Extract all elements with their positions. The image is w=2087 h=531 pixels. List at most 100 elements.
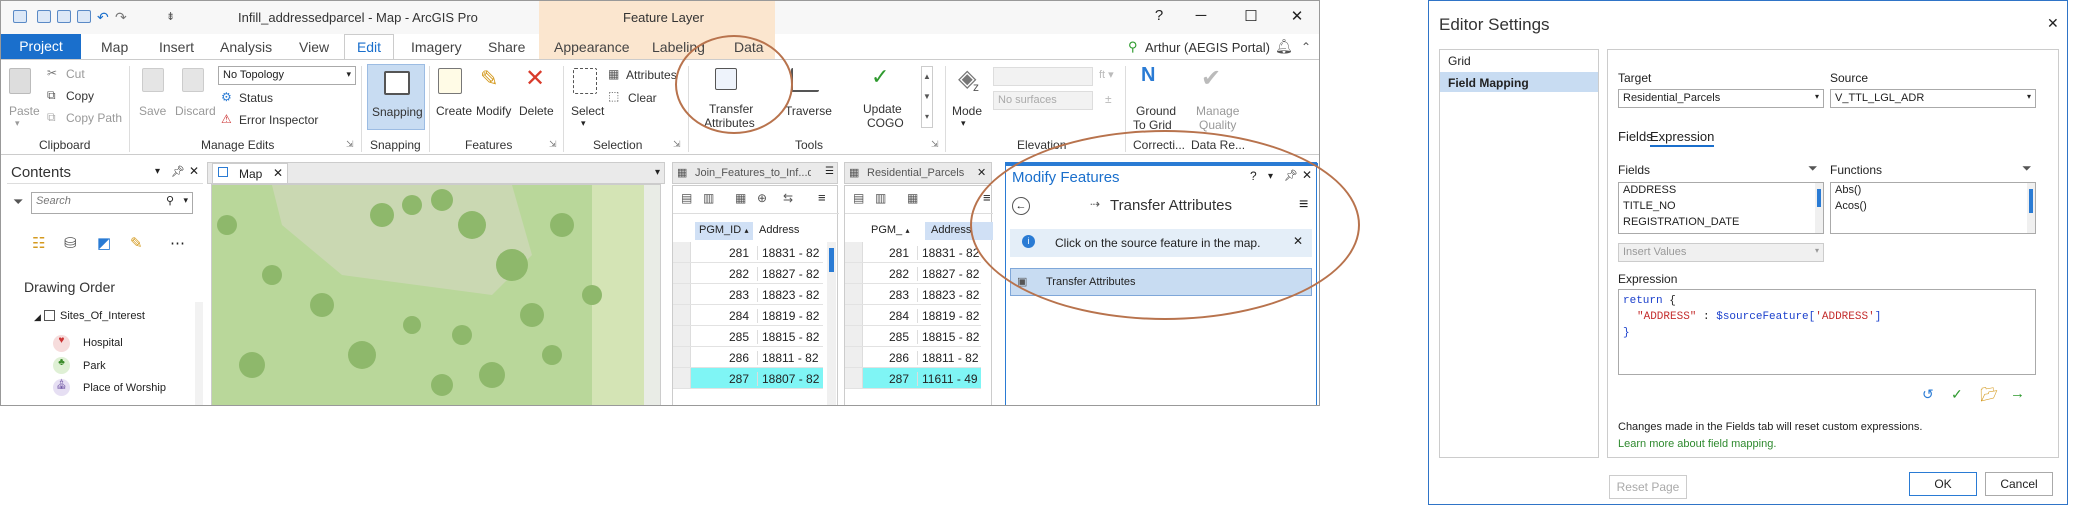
tab-share[interactable]: Share (488, 39, 525, 55)
table-row[interactable]: 281 18831 - 82 (845, 242, 981, 263)
row-header[interactable] (845, 263, 863, 283)
table2-col-pgm[interactable]: PGM_ ▴ (867, 222, 913, 240)
filter-fields-icon[interactable]: ⏷ (1808, 161, 1818, 176)
row-header[interactable] (845, 305, 863, 325)
table1-tab-label[interactable]: Join_Features_to_Inf...dr (695, 167, 811, 179)
table-row[interactable]: 287 11611 - 49 (845, 368, 981, 389)
pin-icon[interactable]: 📌︎ (171, 165, 185, 178)
field-list-item[interactable]: TITLE_NO (1619, 199, 1823, 215)
layer-group-label[interactable]: Sites_Of_Interest (60, 310, 145, 322)
manage-quality-label-2[interactable]: Quality (1199, 118, 1236, 132)
select-dropdown-icon[interactable]: ▾ (581, 118, 586, 129)
map-view[interactable] (211, 184, 661, 405)
row-header[interactable] (673, 263, 691, 283)
field-list-item[interactable]: ADDRESS (1619, 183, 1823, 199)
insert-values-select[interactable]: Insert Values ▾ (1618, 243, 1824, 262)
list-by-selection-icon[interactable]: ◩ (97, 234, 111, 252)
close-tab-icon[interactable]: ✕ (977, 166, 986, 179)
table-row[interactable]: 281 18831 - 82 (673, 242, 823, 263)
redo-icon[interactable]: ↷ (115, 9, 127, 26)
manage-quality-label-1[interactable]: Manage (1196, 104, 1239, 118)
status-button[interactable]: Status (239, 91, 273, 105)
close-tab-icon[interactable]: ✕ (273, 166, 283, 180)
ground-to-grid-label-1[interactable]: Ground (1136, 104, 1176, 118)
open-expression-icon[interactable]: 📂︎ (1980, 386, 1998, 403)
close-button[interactable]: ✕ (1287, 7, 1307, 25)
tools-gallery-scroll[interactable]: ▲ ▼ ▾ (921, 66, 933, 128)
show-selected-icon[interactable]: ▥ (703, 191, 714, 205)
table-row[interactable]: 286 18811 - 82 (845, 347, 981, 368)
switch-selection-icon[interactable]: ⇆ (783, 191, 793, 205)
nav-field-mapping[interactable]: Field Mapping (1440, 72, 1598, 92)
cancel-button[interactable]: Cancel (1985, 472, 2053, 496)
row-header[interactable] (845, 347, 863, 367)
function-list-item[interactable]: Abs() (1831, 183, 2035, 199)
open-icon[interactable] (37, 10, 51, 23)
tab-insert[interactable]: Insert (159, 39, 194, 55)
help-button[interactable]: ? (1149, 7, 1169, 24)
folder-icon[interactable] (57, 10, 71, 23)
table2-tab-label[interactable]: Residential_Parcels (867, 167, 964, 179)
mode-dropdown-icon[interactable]: ▾ (961, 118, 966, 129)
surfaces-select[interactable]: No surfaces (993, 91, 1093, 110)
reset-page-button[interactable]: Reset Page (1609, 475, 1687, 499)
update-cogo-label-1[interactable]: Update (863, 102, 902, 116)
bell-icon[interactable]: 🔔︎ (1275, 38, 1293, 55)
table-row[interactable]: 287 18807 - 82 (673, 368, 823, 389)
table-row[interactable]: 285 18815 - 82 (845, 326, 981, 347)
list-by-editing-icon[interactable]: ✎ (130, 234, 143, 252)
create-button[interactable]: Create (436, 104, 472, 118)
list-by-drawing-order-icon[interactable]: ☷ (32, 234, 45, 252)
field-list-item[interactable]: REGISTRATION_DATE (1619, 215, 1823, 231)
learn-more-link[interactable]: Learn more about field mapping. (1618, 438, 1776, 450)
row-header[interactable] (845, 284, 863, 304)
modify-button[interactable]: Modify (476, 104, 511, 118)
chevron-down-icon[interactable]: ▾ (655, 167, 660, 178)
table1-col-address[interactable]: Address (759, 224, 799, 236)
close-pane-icon[interactable]: ✕ (189, 164, 199, 178)
select-by-attributes-icon[interactable]: ▦ (735, 191, 746, 205)
table-row[interactable]: 285 18815 - 82 (673, 326, 823, 347)
tab-view[interactable]: View (299, 39, 329, 55)
table-row[interactable]: 283 18823 - 82 (845, 284, 981, 305)
paste-button[interactable]: Paste (9, 104, 40, 118)
table-row[interactable]: 284 18819 - 82 (845, 305, 981, 326)
tab-imagery[interactable]: Imagery (411, 39, 462, 55)
functions-scrollbar[interactable] (2027, 183, 2035, 233)
paste-dropdown-icon[interactable]: ▾ (15, 118, 20, 129)
function-list-item[interactable]: Acos() (1831, 199, 2035, 215)
cut-button[interactable]: Cut (66, 67, 85, 81)
snapping-button[interactable]: Snapping (367, 64, 425, 130)
user-name[interactable]: Arthur (AEGIS Portal) (1145, 40, 1270, 55)
select-button[interactable]: Select (571, 104, 604, 118)
tab-map[interactable]: Map (101, 39, 128, 55)
clear-button[interactable]: Clear (628, 91, 657, 105)
table-row[interactable]: 282 18827 - 82 (673, 263, 823, 284)
row-header[interactable] (673, 305, 691, 325)
row-header[interactable] (845, 326, 863, 346)
save-edits-button[interactable]: Save (139, 104, 166, 118)
table-row[interactable]: 284 18819 - 82 (673, 305, 823, 326)
close-dialog-icon[interactable]: ✕ (2047, 15, 2059, 32)
export-expression-icon[interactable]: → (2010, 385, 2025, 402)
row-header[interactable] (673, 368, 691, 388)
save-icon[interactable] (77, 10, 91, 23)
zoom-to-selection-icon[interactable]: ⊕ (757, 191, 767, 205)
tab-menu-icon[interactable]: ☰ (825, 166, 834, 177)
units-dropdown-icon[interactable]: ft ▾ (1099, 68, 1114, 81)
table1-col-pgm-id[interactable]: PGM_ID ▴ (695, 222, 753, 240)
target-select[interactable]: Residential_Parcels ▾ (1618, 89, 1824, 108)
customize-qat-icon[interactable]: ⇟ (166, 10, 175, 23)
row-header[interactable] (845, 242, 863, 262)
fields-scrollbar[interactable] (1815, 183, 1823, 233)
reset-expression-icon[interactable]: ↺ (1922, 386, 1934, 403)
filter-icon[interactable]: ⏷ (13, 194, 23, 210)
tab-appearance[interactable]: Appearance (554, 39, 630, 55)
row-header[interactable] (673, 347, 691, 367)
tab-map-view[interactable]: Map ✕ (212, 163, 288, 184)
update-cogo-label-2[interactable]: COGO (867, 116, 904, 130)
delete-button[interactable]: Delete (519, 104, 554, 118)
copy-path-button[interactable]: Copy Path (66, 111, 122, 125)
error-inspector-button[interactable]: Error Inspector (239, 113, 318, 127)
contents-search-input[interactable]: Search ⚲ ▾ (31, 192, 193, 214)
